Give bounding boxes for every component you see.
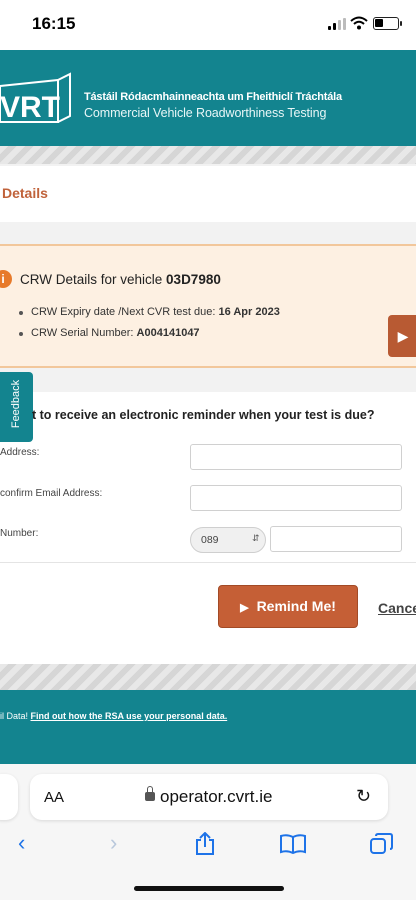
battery-cap xyxy=(400,21,402,26)
status-time: 16:15 xyxy=(32,14,76,33)
tabs-icon[interactable] xyxy=(370,833,394,855)
previous-tab-edge[interactable] xyxy=(0,774,18,820)
bookmarks-icon[interactable] xyxy=(280,834,306,854)
divider-pattern xyxy=(0,664,416,690)
crw-details-title: CRW Details for vehicle 03D7980 xyxy=(20,272,221,287)
cvrt-logo[interactable]: VRT xyxy=(0,72,76,128)
personal-data-link[interactable]: Find out how the RSA use your personal d… xyxy=(31,711,228,721)
chevron-updown-icon: ⇵ xyxy=(252,533,260,543)
forward-icon[interactable]: › xyxy=(110,830,117,856)
reload-icon[interactable]: ↻ xyxy=(356,786,371,807)
divider-pattern xyxy=(0,146,416,164)
org-name-english: Commercial Vehicle Roadworthiness Testin… xyxy=(84,106,327,120)
title-prefix: CRW Details for vehicle xyxy=(20,272,167,287)
email-label: Address: xyxy=(0,447,40,458)
form-divider xyxy=(0,562,416,563)
home-indicator xyxy=(134,886,284,891)
confirm-email-label: confirm Email Address: xyxy=(0,488,103,499)
remind-me-label: Remind Me! xyxy=(256,598,336,614)
expiry-value: 16 Apr 2023 xyxy=(218,306,280,318)
vehicle-reg: 03D7980 xyxy=(166,272,221,287)
expiry-label: CRW Expiry date /Next CVR test due: xyxy=(31,306,219,318)
section-bar xyxy=(0,166,416,222)
play-arrow-icon: ▶ xyxy=(240,602,249,614)
reminder-question: t to receive an electronic reminder when… xyxy=(32,408,375,422)
play-arrow-icon[interactable]: ▶ xyxy=(388,315,416,357)
back-icon[interactable]: ‹ xyxy=(18,830,25,856)
battery-icon xyxy=(373,17,399,30)
text-size-button[interactable]: AA xyxy=(44,789,64,806)
confirm-email-field[interactable] xyxy=(190,485,402,511)
serial-row: CRW Serial Number: A004141047 xyxy=(31,327,200,339)
expiry-row: CRW Expiry date /Next CVR test due: 16 A… xyxy=(31,306,280,318)
section-title: Details xyxy=(2,185,48,201)
screen: 16:15 VRT Tástáil Ródacmhainneachta um F… xyxy=(0,0,416,900)
cancel-link[interactable]: Cance xyxy=(378,600,416,616)
share-icon[interactable] xyxy=(194,832,216,856)
remind-me-button[interactable]: ▶ Remind Me! xyxy=(218,585,358,628)
email-field[interactable] xyxy=(190,444,402,470)
site-footer xyxy=(0,690,416,768)
feedback-label: Feedback xyxy=(10,379,22,429)
org-name-irish: Tástáil Ródacmhainneachta um Fheithiclí … xyxy=(84,91,342,103)
phone-prefix-value: 089 xyxy=(201,534,219,546)
serial-value: A004141047 xyxy=(136,327,200,339)
lock-icon xyxy=(145,792,155,801)
phone-label: Number: xyxy=(0,528,39,539)
serial-label: CRW Serial Number: xyxy=(31,327,137,339)
bullet xyxy=(19,311,23,315)
phone-number-field[interactable] xyxy=(270,526,402,552)
footer-text: il Data! Find out how the RSA use your p… xyxy=(0,711,227,721)
wifi-icon xyxy=(350,16,368,30)
svg-text:VRT: VRT xyxy=(0,91,60,124)
signal-icon xyxy=(328,18,346,30)
url-text[interactable]: operator.cvrt.ie xyxy=(160,787,272,807)
bullet xyxy=(19,332,23,336)
footer-prefix: il Data! xyxy=(0,711,31,721)
